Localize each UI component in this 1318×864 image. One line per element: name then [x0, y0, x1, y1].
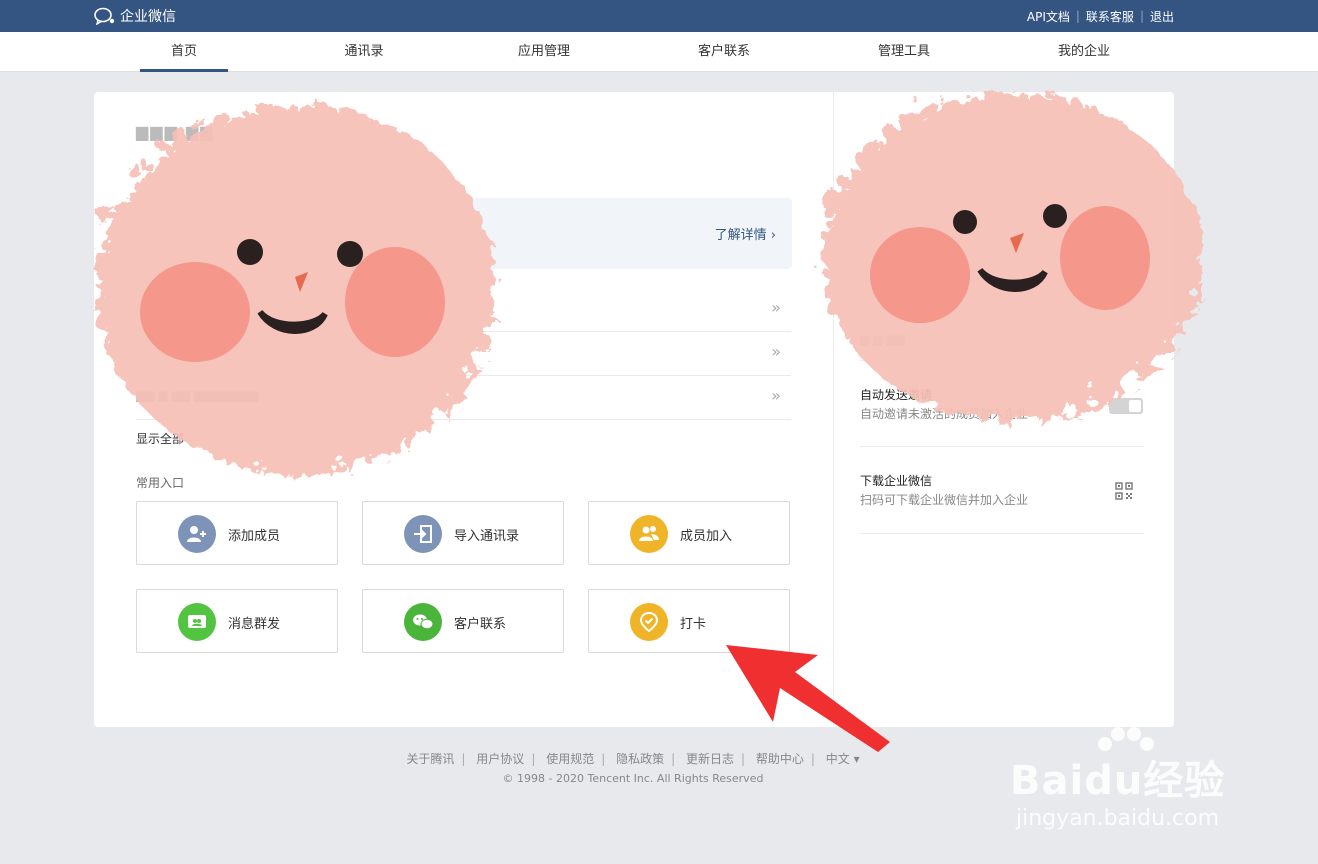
divider [860, 446, 1144, 447]
download-title: 下载企业微信 [860, 474, 933, 488]
tab-app-management[interactable]: 应用管理 [500, 32, 588, 72]
face-sticker-right [815, 85, 1195, 415]
tab-management-tools[interactable]: 管理工具 [860, 32, 948, 72]
import-contacts-icon [404, 515, 442, 553]
add-member-icon [178, 515, 216, 553]
separator: | [1139, 9, 1144, 23]
tab-contacts[interactable]: 通讯录 [320, 32, 408, 72]
baidu-watermark: Baidu经验 jingyan.baidu.com [1010, 727, 1270, 838]
wecom-logo-icon [94, 7, 115, 25]
logo[interactable]: 企业微信 [94, 6, 176, 26]
learn-more-link[interactable]: 了解详情 › [715, 224, 776, 243]
customer-contact-icon [404, 603, 442, 641]
footer-about-link[interactable]: 关于腾讯 [406, 752, 454, 766]
separator: | [671, 752, 676, 766]
double-chevron-icon[interactable]: » [771, 386, 781, 405]
separator: | [740, 752, 746, 766]
add-member-button[interactable]: 添加成员 [136, 501, 338, 565]
footer-rules-link[interactable]: 使用规范 [546, 752, 594, 766]
logout-link[interactable]: 退出 [1150, 8, 1174, 25]
shortcut-label: 成员加入 [680, 529, 733, 544]
divider [860, 533, 1144, 534]
shortcut-label: 导入通讯录 [454, 529, 520, 544]
double-chevron-icon[interactable]: » [771, 342, 781, 361]
shortcut-label: 客户联系 [454, 617, 507, 632]
tab-home[interactable]: 首页 [140, 32, 228, 72]
language-select[interactable]: 中文 ▾ [826, 752, 860, 766]
check-in-icon [630, 603, 668, 641]
footer-privacy-link[interactable]: 隐私政策 [616, 752, 664, 766]
watermark-main: Baidu经验 [1010, 758, 1226, 804]
import-contacts-button[interactable]: 导入通讯录 [362, 501, 564, 565]
separator: | [531, 752, 536, 766]
separator: | [1075, 9, 1080, 23]
broadcast-icon [178, 603, 216, 641]
qr-code-icon[interactable] [1115, 482, 1133, 504]
top-bar: 企业微信 API文档 | 联系客服 | 退出 [0, 0, 1318, 32]
api-docs-link[interactable]: API文档 [1027, 8, 1070, 25]
download-wecom: 下载企业微信 扫码可下载企业微信并加入企业 [860, 472, 1144, 508]
members-join-button[interactable]: 成员加入 [588, 501, 790, 565]
main-nav: 首页 通讯录 应用管理 客户联系 管理工具 我的企业 [0, 32, 1318, 72]
separator: | [461, 752, 466, 766]
shortcut-label: 消息群发 [228, 617, 281, 632]
footer-changelog-link[interactable]: 更新日志 [686, 752, 734, 766]
contact-support-link[interactable]: 联系客服 [1086, 8, 1134, 25]
top-links: API文档 | 联系客服 | 退出 [1027, 0, 1174, 32]
face-sticker-left [90, 97, 490, 467]
customer-contact-button[interactable]: 客户联系 [362, 589, 564, 653]
tab-customer-contact[interactable]: 客户联系 [680, 32, 768, 72]
watermark-sub: jingyan.baidu.com [1016, 806, 1220, 831]
download-desc: 扫码可下载企业微信并加入企业 [860, 493, 1029, 507]
footer-help-link[interactable]: 帮助中心 [756, 752, 804, 766]
separator: | [810, 752, 815, 766]
check-in-button[interactable]: 打卡 [588, 589, 790, 653]
logo-text: 企业微信 [120, 9, 176, 25]
separator: | [601, 752, 606, 766]
members-join-icon [630, 515, 668, 553]
broadcast-button[interactable]: 消息群发 [136, 589, 338, 653]
footer-terms-link[interactable]: 用户协议 [476, 752, 524, 766]
shortcut-label: 打卡 [680, 617, 707, 632]
tab-my-enterprise[interactable]: 我的企业 [1040, 32, 1128, 72]
double-chevron-icon[interactable]: » [771, 298, 781, 317]
shortcut-label: 添加成员 [228, 529, 281, 544]
